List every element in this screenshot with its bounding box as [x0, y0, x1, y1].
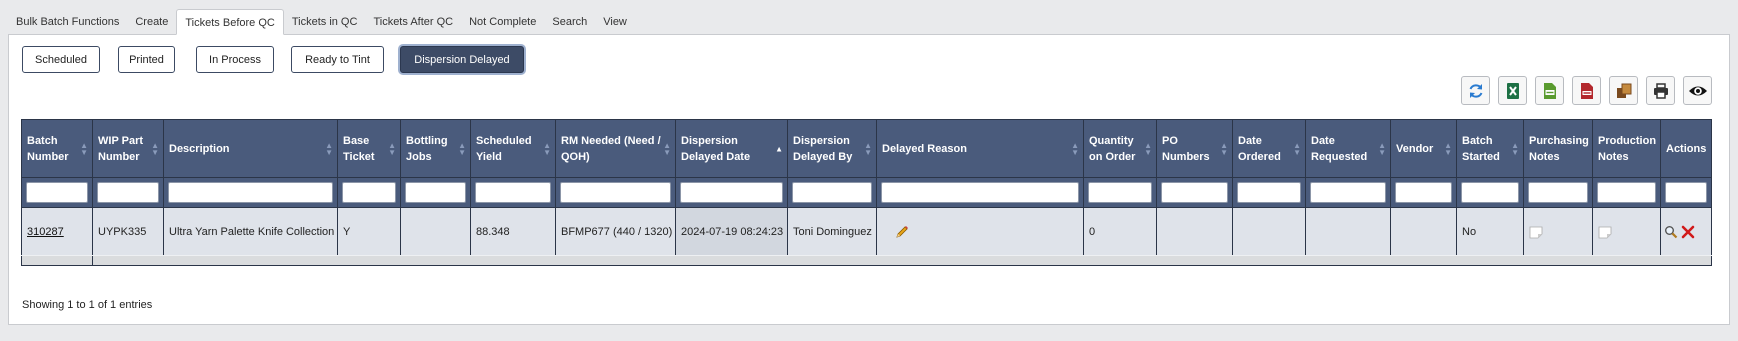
- refresh-icon: [1469, 83, 1482, 98]
- filter-bottling-jobs[interactable]: [405, 182, 466, 203]
- filter-batch-started[interactable]: [1461, 182, 1519, 203]
- print-icon: [1653, 82, 1668, 99]
- filter-rm-needed[interactable]: [560, 182, 671, 203]
- batch-number-link[interactable]: 310287: [27, 226, 64, 238]
- filter-wip-part-number[interactable]: [97, 182, 159, 203]
- cell-delayed-reason: [876, 207, 1084, 256]
- col-header-batch-number[interactable]: Batch Number ▲ ▼: [21, 119, 93, 178]
- print-button[interactable]: [1646, 76, 1675, 105]
- tab-view[interactable]: View: [595, 9, 635, 35]
- tab-tickets-in-qc[interactable]: Tickets in QC: [284, 9, 366, 35]
- tab-tickets-after-qc[interactable]: Tickets After QC: [365, 9, 461, 35]
- cell-dispersion-delayed-date: 2024-07-19 08:24:23: [675, 207, 788, 256]
- filter-description[interactable]: [168, 182, 333, 203]
- filter-date-requested[interactable]: [1310, 182, 1386, 203]
- col-header-po-numbers[interactable]: PO Numbers ▲ ▼: [1156, 119, 1233, 178]
- tab-not-complete[interactable]: Not Complete: [461, 9, 544, 35]
- cell-date-requested: [1305, 207, 1391, 256]
- filter-vendor[interactable]: [1395, 182, 1452, 203]
- column-visibility-button[interactable]: [1683, 76, 1712, 105]
- filter-po-numbers[interactable]: [1161, 182, 1228, 203]
- cell-purchasing-notes: [1523, 207, 1593, 256]
- filter-actions[interactable]: [1665, 182, 1707, 203]
- cell-actions: [1660, 207, 1712, 256]
- col-header-quantity-on-order[interactable]: Quantity on Order ▲ ▼: [1083, 119, 1157, 178]
- filter-scheduled-yield[interactable]: [475, 182, 551, 203]
- excel-icon: [1506, 82, 1519, 99]
- tab-create[interactable]: Create: [127, 9, 176, 35]
- col-header-bottling-jobs[interactable]: Bottling Jobs ▲ ▼: [400, 119, 471, 178]
- pdf-icon: [1580, 82, 1593, 99]
- printed-button[interactable]: Printed: [118, 46, 175, 73]
- filter-dispersion-delayed-by[interactable]: [792, 182, 872, 203]
- dispersion-delayed-button[interactable]: Dispersion Delayed: [400, 46, 524, 73]
- col-header-delayed-reason[interactable]: Delayed Reason ▲ ▼: [876, 119, 1084, 178]
- tab-panel: Scheduled Printed In Process Ready to Ti…: [8, 34, 1730, 325]
- col-header-batch-started[interactable]: Batch Started ▲ ▼: [1456, 119, 1524, 178]
- tab-bulk-batch-functions[interactable]: Bulk Batch Functions: [8, 9, 127, 35]
- tickets-table: Batch Number ▲ ▼ WIP Part Number ▲ ▼ Descrip…: [21, 119, 1712, 266]
- cell-production-notes: [1592, 207, 1661, 256]
- eye-icon: [1688, 86, 1707, 95]
- filter-date-ordered[interactable]: [1237, 182, 1301, 203]
- filter-batch-number[interactable]: [26, 182, 88, 203]
- table-footer: [21, 255, 1712, 266]
- col-header-vendor[interactable]: Vendor ▲ ▼: [1390, 119, 1457, 178]
- export-csv-button[interactable]: [1535, 76, 1564, 105]
- filter-delayed-reason[interactable]: [881, 182, 1079, 203]
- col-header-wip-part-number[interactable]: WIP Part Number ▲ ▼: [92, 119, 164, 178]
- purchasing-note-icon[interactable]: [1529, 225, 1543, 239]
- col-header-purchasing-notes[interactable]: Purchasing Notes: [1523, 119, 1593, 178]
- cell-quantity-on-order: 0: [1083, 207, 1157, 256]
- top-tabs: Bulk Batch Functions Create Tickets Befo…: [8, 9, 635, 35]
- col-header-dispersion-delayed-by[interactable]: Dispersion Delayed By ▲ ▼: [787, 119, 877, 178]
- cell-description: Ultra Yarn Palette Knife Collection: [163, 207, 338, 256]
- scheduled-button[interactable]: Scheduled: [22, 46, 100, 73]
- col-header-dispersion-delayed-date[interactable]: Dispersion Delayed Date ▲: [675, 119, 788, 178]
- table-row: 310287 UYPK335 Ultra Yarn Palette Knife …: [21, 207, 1712, 256]
- col-header-production-notes[interactable]: Production Notes: [1592, 119, 1661, 178]
- cell-vendor: [1390, 207, 1457, 256]
- col-header-date-ordered[interactable]: Date Ordered ▲ ▼: [1232, 119, 1306, 178]
- ready-to-tint-button[interactable]: Ready to Tint: [291, 46, 384, 73]
- table-info: Showing 1 to 1 of 1 entries: [22, 299, 153, 311]
- filter-production-notes[interactable]: [1597, 182, 1656, 203]
- cell-bottling-jobs: [400, 207, 471, 256]
- copy-icon: [1616, 83, 1631, 98]
- cell-po-numbers: [1156, 207, 1233, 256]
- refresh-button[interactable]: [1461, 76, 1490, 105]
- col-header-date-requested[interactable]: Date Requested ▲ ▼: [1305, 119, 1391, 178]
- col-header-base-ticket[interactable]: Base Ticket ▲ ▼: [337, 119, 401, 178]
- col-header-rm-needed[interactable]: RM Needed (Need / QOH) ▲ ▼: [555, 119, 676, 178]
- delete-icon[interactable]: [1681, 225, 1695, 239]
- filter-dispersion-delayed-date[interactable]: [680, 182, 783, 203]
- cell-rm-needed: BFMP677 (440 / 1320): [555, 207, 676, 256]
- filter-quantity-on-order[interactable]: [1088, 182, 1152, 203]
- col-header-scheduled-yield[interactable]: Scheduled Yield ▲ ▼: [470, 119, 556, 178]
- filter-purchasing-notes[interactable]: [1528, 182, 1588, 203]
- magnifier-icon[interactable]: [1664, 225, 1678, 239]
- in-process-button[interactable]: In Process: [196, 46, 274, 73]
- tab-search[interactable]: Search: [544, 9, 595, 35]
- cell-date-ordered: [1232, 207, 1306, 256]
- col-header-actions: Actions: [1660, 119, 1712, 178]
- pencil-icon[interactable]: [895, 225, 909, 239]
- cell-wip-part-number: UYPK335: [92, 207, 164, 256]
- export-pdf-button[interactable]: [1572, 76, 1601, 105]
- export-excel-button[interactable]: [1498, 76, 1527, 105]
- cell-scheduled-yield: 88.348: [470, 207, 556, 256]
- production-note-icon[interactable]: [1598, 225, 1612, 239]
- col-header-description[interactable]: Description ▲ ▼: [163, 119, 338, 178]
- cell-base-ticket: Y: [337, 207, 401, 256]
- cell-dispersion-delayed-by: Toni Dominguez: [787, 207, 877, 256]
- cell-batch-started: No: [1456, 207, 1524, 256]
- filter-base-ticket[interactable]: [342, 182, 396, 203]
- copy-button[interactable]: [1609, 76, 1638, 105]
- tab-tickets-before-qc[interactable]: Tickets Before QC: [176, 9, 284, 35]
- csv-icon: [1543, 82, 1556, 99]
